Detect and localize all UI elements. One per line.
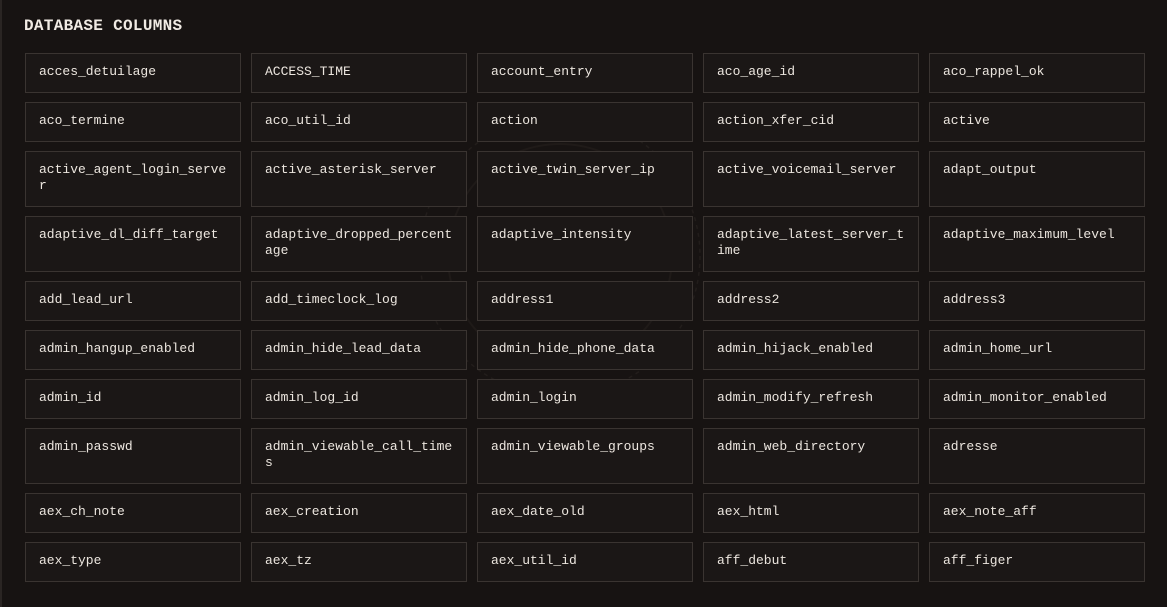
column-cell[interactable]: aex_util_id [477, 542, 693, 582]
column-cell[interactable]: admin_id [25, 379, 241, 419]
column-cell[interactable]: aco_age_id [703, 53, 919, 93]
page-title: DATABASE COLUMNS [24, 17, 183, 35]
column-cell[interactable]: active_asterisk_server [251, 151, 467, 207]
column-cell[interactable]: admin_login [477, 379, 693, 419]
column-grid: acces_detuilage ACCESS_TIME account_entry a… [25, 53, 1145, 582]
column-cell[interactable]: action_xfer_cid [703, 102, 919, 142]
column-cell[interactable]: aex_creation [251, 493, 467, 533]
column-cell[interactable]: aco_util_id [251, 102, 467, 142]
column-cell[interactable]: aex_note_aff [929, 493, 1145, 533]
column-cell[interactable]: aex_html [703, 493, 919, 533]
column-cell[interactable]: admin_home_url [929, 330, 1145, 370]
column-cell[interactable]: admin_viewable_call_times [251, 428, 467, 484]
column-cell[interactable]: adaptive_dropped_percentage [251, 216, 467, 272]
column-cell[interactable]: active_twin_server_ip [477, 151, 693, 207]
column-cell[interactable]: aco_termine [25, 102, 241, 142]
column-cell[interactable]: admin_hide_phone_data [477, 330, 693, 370]
column-cell[interactable]: adaptive_dl_diff_target [25, 216, 241, 272]
column-cell[interactable]: admin_hide_lead_data [251, 330, 467, 370]
column-cell[interactable]: active_agent_login_server [25, 151, 241, 207]
column-cell[interactable]: admin_hangup_enabled [25, 330, 241, 370]
column-cell[interactable]: adaptive_maximum_level [929, 216, 1145, 272]
column-cell[interactable]: aco_rappel_ok [929, 53, 1145, 93]
window-left-edge [0, 0, 2, 607]
column-cell[interactable]: admin_log_id [251, 379, 467, 419]
column-cell[interactable]: active [929, 102, 1145, 142]
column-cell[interactable]: address1 [477, 281, 693, 321]
column-cell[interactable]: aex_ch_note [25, 493, 241, 533]
column-cell[interactable]: acces_detuilage [25, 53, 241, 93]
column-cell[interactable]: admin_modify_refresh [703, 379, 919, 419]
column-cell[interactable]: adapt_output [929, 151, 1145, 207]
column-cell[interactable]: admin_passwd [25, 428, 241, 484]
column-cell[interactable]: adaptive_latest_server_time [703, 216, 919, 272]
column-cell[interactable]: adaptive_intensity [477, 216, 693, 272]
column-cell[interactable]: active_voicemail_server [703, 151, 919, 207]
column-cell[interactable]: address2 [703, 281, 919, 321]
column-cell[interactable]: add_lead_url [25, 281, 241, 321]
column-cell[interactable]: aex_date_old [477, 493, 693, 533]
column-cell[interactable]: aex_type [25, 542, 241, 582]
column-cell[interactable]: aff_figer [929, 542, 1145, 582]
column-cell[interactable]: aff_debut [703, 542, 919, 582]
column-cell[interactable]: ACCESS_TIME [251, 53, 467, 93]
column-cell[interactable]: address3 [929, 281, 1145, 321]
column-cell[interactable]: admin_web_directory [703, 428, 919, 484]
column-cell[interactable]: account_entry [477, 53, 693, 93]
column-cell[interactable]: admin_hijack_enabled [703, 330, 919, 370]
column-cell[interactable]: action [477, 102, 693, 142]
column-cell[interactable]: add_timeclock_log [251, 281, 467, 321]
column-cell[interactable]: aex_tz [251, 542, 467, 582]
column-cell[interactable]: admin_viewable_groups [477, 428, 693, 484]
column-cell[interactable]: adresse [929, 428, 1145, 484]
column-cell[interactable]: admin_monitor_enabled [929, 379, 1145, 419]
